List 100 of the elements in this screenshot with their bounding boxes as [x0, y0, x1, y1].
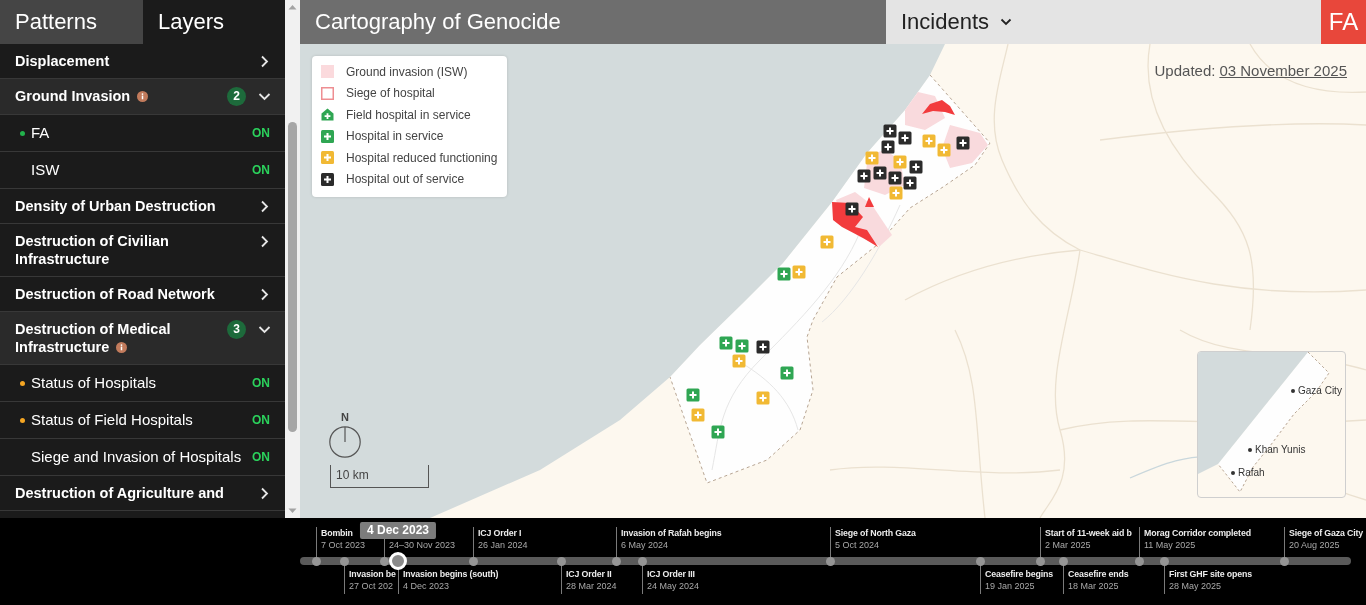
timeline-track[interactable] [300, 557, 1351, 565]
layer-label[interactable]: FA [31, 124, 246, 142]
legend-label: Hospital reduced functioning [346, 150, 498, 165]
event-dot-icon[interactable] [611, 556, 621, 566]
layer-toggle[interactable]: ON [252, 124, 270, 142]
layer-label[interactable]: Siege and Invasion of Hospitals [31, 448, 246, 466]
north-label: N [341, 411, 349, 423]
leader-line [1164, 565, 1165, 594]
event-date: 11 May 2025 [1144, 539, 1196, 551]
event-title: Invasion be [349, 568, 396, 580]
scale-label: 10 km [335, 468, 369, 482]
compass-icon [329, 426, 361, 458]
event-date: 2 Mar 2025 [1045, 539, 1091, 551]
leader-line [1139, 527, 1140, 557]
event-dot-icon[interactable] [825, 556, 835, 566]
event-dot-icon[interactable] [379, 556, 389, 566]
legend-label: Hospital out of service [346, 172, 465, 187]
count-badge: 2 [227, 87, 246, 106]
place-dot-icon [1291, 389, 1295, 393]
event-dot-icon[interactable] [1035, 556, 1045, 566]
event-title: Siege of Gaza City [1289, 527, 1364, 539]
legend-label: Hospital in service [346, 129, 444, 144]
event-date: 26 Jan 2024 [478, 539, 528, 551]
count-badge: 3 [227, 320, 246, 339]
sidebar-tab[interactable]: Patterns [0, 0, 143, 44]
leader-line [830, 527, 831, 557]
event-dot-icon[interactable] [1134, 556, 1144, 566]
event-title: ICJ Order I [478, 527, 522, 539]
leader-line [1040, 527, 1041, 557]
event-dot-icon[interactable] [556, 556, 566, 566]
leader-line [473, 527, 474, 557]
layer-label[interactable]: Status of Field Hospitals [31, 411, 246, 429]
title-bar: Cartography of Genocide [300, 0, 886, 44]
event-date: 19 Jan 2025 [985, 580, 1035, 592]
event-date: 27 Oct 202 [349, 580, 394, 592]
event-date: 4 Dec 2023 [403, 580, 450, 592]
event-date: 24 May 2024 [647, 580, 700, 592]
date-link[interactable]: 03 November 2025 [1219, 62, 1347, 79]
event-title: ICJ Order II [566, 568, 612, 580]
event-title: Morag Corridor completed [1144, 527, 1251, 539]
event-date: 20 Aug 2025 [1289, 539, 1340, 551]
event-date: 5 Oct 2024 [835, 539, 880, 551]
leader-line [642, 565, 643, 594]
logo[interactable]: FA [1321, 0, 1366, 44]
event-date: 7 Oct 2023 [321, 539, 366, 551]
scrollbar-thumb[interactable] [288, 122, 297, 432]
event-title: Bombin [321, 527, 353, 539]
event-dot-icon[interactable] [637, 556, 647, 566]
leader-line [980, 565, 981, 594]
event-dot-icon[interactable] [1279, 556, 1289, 566]
category-item[interactable]: Destruction of Medical Infrastructure 3 [0, 312, 285, 365]
updated-label: Updated: [1154, 62, 1216, 79]
event-title: Ceasefire ends [1068, 568, 1129, 580]
date-tooltip: 4 Dec 2023 [359, 522, 437, 539]
event-title: ICJ Order III [647, 568, 695, 580]
view-dropdown[interactable]: Incidents [886, 0, 1321, 44]
leader-line [344, 565, 345, 594]
timeline-handle[interactable] [389, 552, 407, 570]
event-dot-icon[interactable] [468, 556, 478, 566]
event-dot-icon[interactable] [975, 556, 985, 566]
place-label: Gaza City [1298, 384, 1342, 398]
layer-toggle[interactable]: ON [252, 411, 270, 429]
leader-line [616, 527, 617, 557]
place-dot-icon [1231, 471, 1235, 475]
info-icon[interactable] [137, 91, 149, 102]
layer-toggle[interactable]: ON [252, 374, 270, 392]
layer-toggle[interactable]: ON [252, 161, 270, 179]
chevron-down-icon[interactable] [1000, 16, 1013, 28]
legend-label: Ground invasion (ISW) [346, 64, 468, 79]
category-item[interactable]: Ground Invasion 2 [0, 79, 285, 115]
event-title: Invasion begins (south) [403, 568, 499, 580]
event-date: 28 May 2025 [1169, 580, 1222, 592]
place-label: Khan Yunis [1255, 443, 1306, 457]
legend-label: Field hospital in service [346, 107, 471, 122]
layer-label[interactable]: ISW [31, 161, 246, 179]
event-title: Invasion of Rafah begins [621, 527, 722, 539]
info-icon[interactable] [116, 342, 128, 353]
event-date: 24–30 Nov 2023 [389, 539, 456, 551]
event-date: 6 May 2024 [621, 539, 669, 551]
event-dot-icon[interactable] [311, 556, 321, 566]
layer-label[interactable]: Status of Hospitals [31, 374, 246, 392]
place-label: Rafah [1238, 466, 1265, 480]
incursion-area [922, 100, 955, 115]
legend-label: Siege of hospital [346, 86, 435, 101]
leader-line [561, 565, 562, 594]
event-title: Ceasefire begins [985, 568, 1053, 580]
layer-toggle[interactable]: ON [252, 448, 270, 466]
leader-line [1284, 527, 1285, 557]
event-date: 28 Mar 2024 [566, 580, 617, 592]
event-title: First GHF site opens [1169, 568, 1253, 580]
event-dot-icon[interactable] [339, 556, 349, 566]
event-dot-icon[interactable] [1058, 556, 1068, 566]
event-title: Start of 11-week aid b [1045, 527, 1132, 539]
leader-line [1063, 565, 1064, 594]
place-dot-icon [1248, 448, 1252, 452]
scrollbar[interactable] [285, 0, 300, 518]
event-dot-icon[interactable] [1159, 556, 1169, 566]
event-title: Siege of North Gaza [835, 527, 916, 539]
event-date: 18 Mar 2025 [1068, 580, 1119, 592]
leader-line [316, 527, 317, 557]
